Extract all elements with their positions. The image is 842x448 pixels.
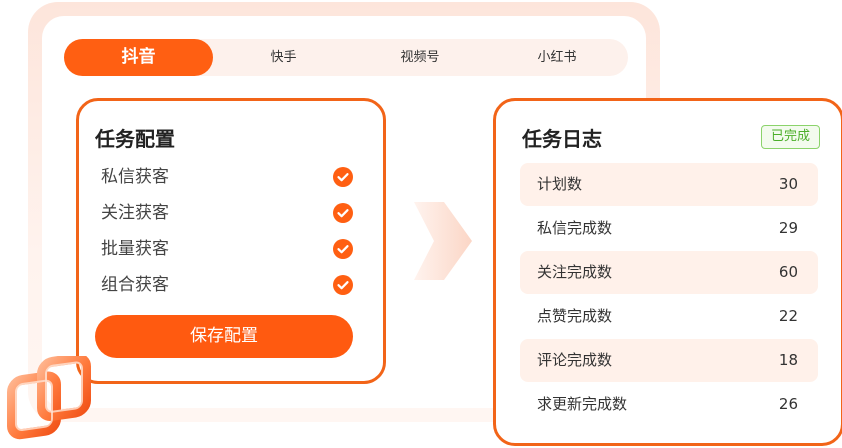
log-row-label: 计划数: [537, 175, 583, 193]
config-item-label: 关注获客: [101, 203, 169, 223]
config-item-label: 组合获客: [101, 275, 169, 295]
task-config-card: 任务配置 私信获客 关注获客 批量获客 组合获客 保存配置: [76, 98, 386, 384]
log-row: 关注完成数 60: [520, 251, 818, 294]
config-item-label: 私信获客: [101, 167, 169, 187]
log-row-value: 60: [778, 263, 798, 281]
config-item: 批量获客: [101, 237, 353, 261]
log-row-value: 22: [778, 307, 798, 325]
log-row-value: 26: [778, 395, 798, 413]
check-circle-icon[interactable]: [333, 275, 353, 295]
log-row: 计划数 30: [520, 163, 818, 206]
log-row: 求更新完成数 26: [520, 383, 818, 426]
platform-tab-bar: 抖音 快手 视频号 小红书: [64, 39, 628, 76]
log-row-label: 私信完成数: [537, 219, 613, 237]
log-row: 点赞完成数 22: [520, 295, 818, 338]
arrow-right-icon: [410, 196, 474, 290]
config-title: 任务配置: [95, 127, 175, 151]
config-item-label: 批量获客: [101, 239, 169, 259]
tab-kuaishou[interactable]: 快手: [213, 39, 354, 76]
brand-logo-icon: [2, 353, 98, 448]
tab-shipinhao[interactable]: 视频号: [354, 39, 486, 76]
task-log-card: 任务日志 已完成 计划数 30 私信完成数 29 关注完成数 60 点赞完成数 …: [493, 98, 842, 446]
config-item: 组合获客: [101, 273, 353, 297]
log-row: 评论完成数 18: [520, 339, 818, 382]
tab-xiaohongshu[interactable]: 小红书: [486, 39, 628, 76]
log-row-value: 18: [778, 351, 798, 369]
config-item: 私信获客: [101, 165, 353, 189]
log-title: 任务日志: [522, 127, 602, 151]
log-row-label: 关注完成数: [537, 263, 613, 281]
log-row-value: 29: [778, 219, 798, 237]
config-item: 关注获客: [101, 201, 353, 225]
log-row-label: 点赞完成数: [537, 307, 613, 325]
log-row: 私信完成数 29: [520, 207, 818, 250]
check-circle-icon[interactable]: [333, 203, 353, 223]
log-row-label: 评论完成数: [537, 351, 613, 369]
log-row-value: 30: [778, 175, 798, 193]
check-circle-icon[interactable]: [333, 239, 353, 259]
status-badge: 已完成: [761, 125, 820, 149]
log-row-label: 求更新完成数: [537, 395, 628, 413]
check-circle-icon[interactable]: [333, 167, 353, 187]
tab-douyin[interactable]: 抖音: [64, 39, 213, 76]
save-config-button[interactable]: 保存配置: [95, 315, 353, 358]
